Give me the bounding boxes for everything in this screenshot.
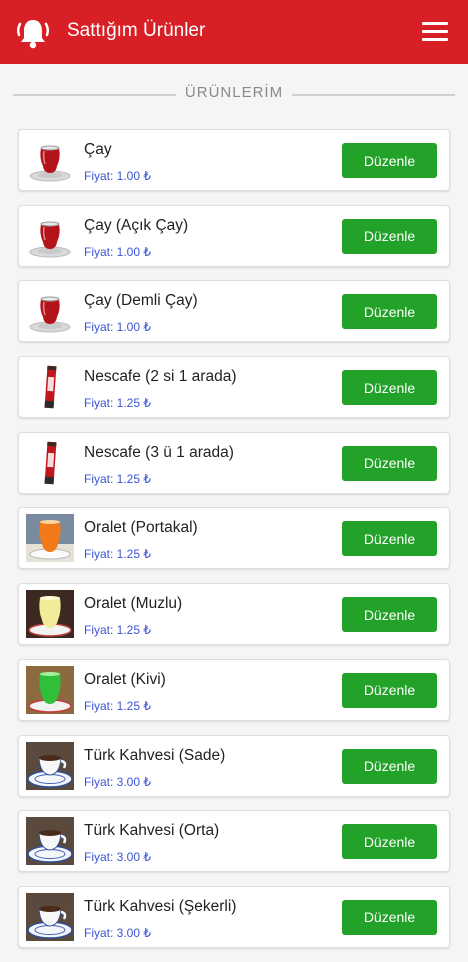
tea-thumbnail [26,211,74,260]
product-name: Çay (Demli Çay) [84,292,198,310]
section-header: ÜRÜNLERİM [0,84,468,106]
product-price: Fiyat: 1.25 ₺ [84,396,151,411]
product-card: Çay (Demli Çay) Fiyat: 1.00 ₺ Düzenle [18,280,450,343]
app-title: Sattığım Ürünler [67,20,206,41]
product-card: Türk Kahvesi (Orta) Fiyat: 3.00 ₺ Düzenl… [18,810,450,873]
product-name: Nescafe (2 si 1 arada) [84,368,237,386]
edit-button[interactable]: Düzenle [342,748,437,784]
product-price: Fiyat: 1.25 ₺ [84,471,151,486]
divider-right [292,94,455,96]
tea-thumbnail [26,136,74,184]
app-bar: Sattığım Ürünler [0,0,468,64]
bell-icon[interactable] [14,14,52,52]
product-price: Fiyat: 3.00 ₺ [84,925,151,940]
product-list: Çay Fiyat: 1.00 ₺ Düzenle Çay (Açık Çay)… [18,129,450,962]
product-name: Türk Kahvesi (Şekerli) [84,897,237,915]
product-name: Oralet (Portakal) [84,519,198,537]
nescafe-thumbnail [26,438,74,487]
edit-button[interactable]: Düzenle [342,370,437,406]
edit-button[interactable]: Düzenle [342,824,437,860]
product-price: Fiyat: 1.00 ₺ [84,320,151,335]
turkish-coffee-thumbnail [26,741,74,790]
hamburger-menu-icon[interactable] [420,19,450,45]
section-title: ÜRÜNLERİM [184,84,284,101]
product-price: Fiyat: 1.00 ₺ [84,244,151,259]
product-name: Oralet (Muzlu) [84,595,183,613]
product-name: Oralet (Kivi) [84,670,166,688]
oralet-banana-thumbnail [26,590,74,639]
product-card: Nescafe (3 ü 1 arada) Fiyat: 1.25 ₺ Düze… [18,431,450,494]
turkish-coffee-thumbnail [26,892,74,941]
product-card: Türk Kahvesi (Sade) Fiyat: 3.00 ₺ Düzenl… [18,734,450,797]
product-card: Nescafe (2 si 1 arada) Fiyat: 1.25 ₺ Düz… [18,356,450,419]
product-price: Fiyat: 1.00 ₺ [84,169,151,183]
product-card: Oralet (Portakal) Fiyat: 1.25 ₺ Düzenle [18,507,450,570]
edit-button[interactable]: Düzenle [342,597,437,633]
product-price: Fiyat: 3.00 ₺ [84,774,151,789]
product-price: Fiyat: 1.25 ₺ [84,698,151,713]
product-card: Çay (Açık Çay) Fiyat: 1.00 ₺ Düzenle [18,204,450,267]
product-card: Türk Kahvesi (Şekerli) Fiyat: 3.00 ₺ Düz… [18,885,450,948]
oralet-kiwi-thumbnail [26,665,74,714]
product-card: Çay Fiyat: 1.00 ₺ Düzenle [18,129,450,191]
edit-button[interactable]: Düzenle [342,672,437,708]
edit-button[interactable]: Düzenle [342,218,437,254]
product-price: Fiyat: 3.00 ₺ [84,850,151,865]
product-name: Nescafe (3 ü 1 arada) [84,443,234,461]
product-name: Türk Kahvesi (Orta) [84,822,220,840]
product-card: Oralet (Muzlu) Fiyat: 1.25 ₺ Düzenle [18,583,450,646]
nescafe-thumbnail [26,363,74,412]
edit-button[interactable]: Düzenle [342,521,437,557]
oralet-orange-thumbnail [26,514,74,563]
edit-button[interactable]: Düzenle [342,445,437,481]
product-price: Fiyat: 1.25 ₺ [84,623,151,638]
product-name: Çay (Açık Çay) [84,216,189,234]
tea-thumbnail [26,287,74,336]
turkish-coffee-thumbnail [26,817,74,866]
product-card: Oralet (Kivi) Fiyat: 1.25 ₺ Düzenle [18,658,450,721]
product-price: Fiyat: 1.25 ₺ [84,547,151,562]
edit-button[interactable]: Düzenle [342,899,437,935]
edit-button[interactable]: Düzenle [342,143,437,178]
edit-button[interactable]: Düzenle [342,294,437,330]
product-name: Çay [84,141,112,158]
product-name: Türk Kahvesi (Sade) [84,746,226,764]
